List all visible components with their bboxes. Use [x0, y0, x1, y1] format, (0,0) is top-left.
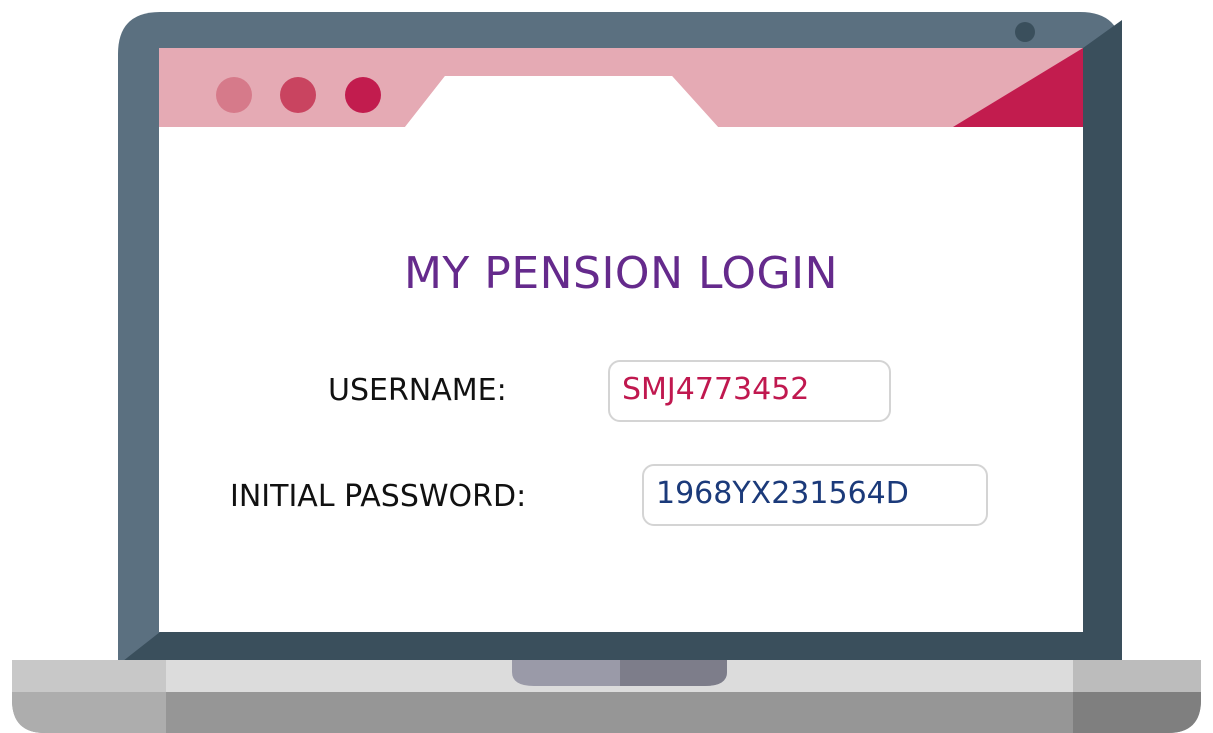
dot-dark-icon[interactable] — [345, 77, 381, 113]
password-label: INITIAL PASSWORD: — [230, 479, 527, 514]
screen — [159, 48, 1083, 632]
password-field[interactable]: 1968YX231564D — [642, 464, 988, 526]
laptop-base-top-left-shade — [12, 660, 166, 692]
browser-tab[interactable] — [405, 76, 718, 127]
page-title: MY PENSION LOGIN — [403, 248, 839, 299]
laptop-base-top-right-shade — [1073, 660, 1201, 692]
dot-medium-icon[interactable] — [280, 77, 316, 113]
dot-light-icon[interactable] — [216, 77, 252, 113]
laptop-base-bottom-left-shade — [12, 692, 166, 733]
laptop-frame — [12, 12, 1201, 733]
trackpad-notch-shade — [620, 660, 727, 686]
username-field[interactable]: SMJ4773452 — [608, 360, 891, 422]
webcam-icon — [1015, 22, 1035, 42]
laptop-illustration: MY PENSION LOGIN USERNAME: SMJ4773452 IN… — [0, 0, 1213, 733]
username-label: USERNAME: — [328, 373, 507, 408]
laptop-base-bottom-right-shade — [1073, 692, 1201, 733]
laptop-base-bottom — [12, 692, 1201, 733]
